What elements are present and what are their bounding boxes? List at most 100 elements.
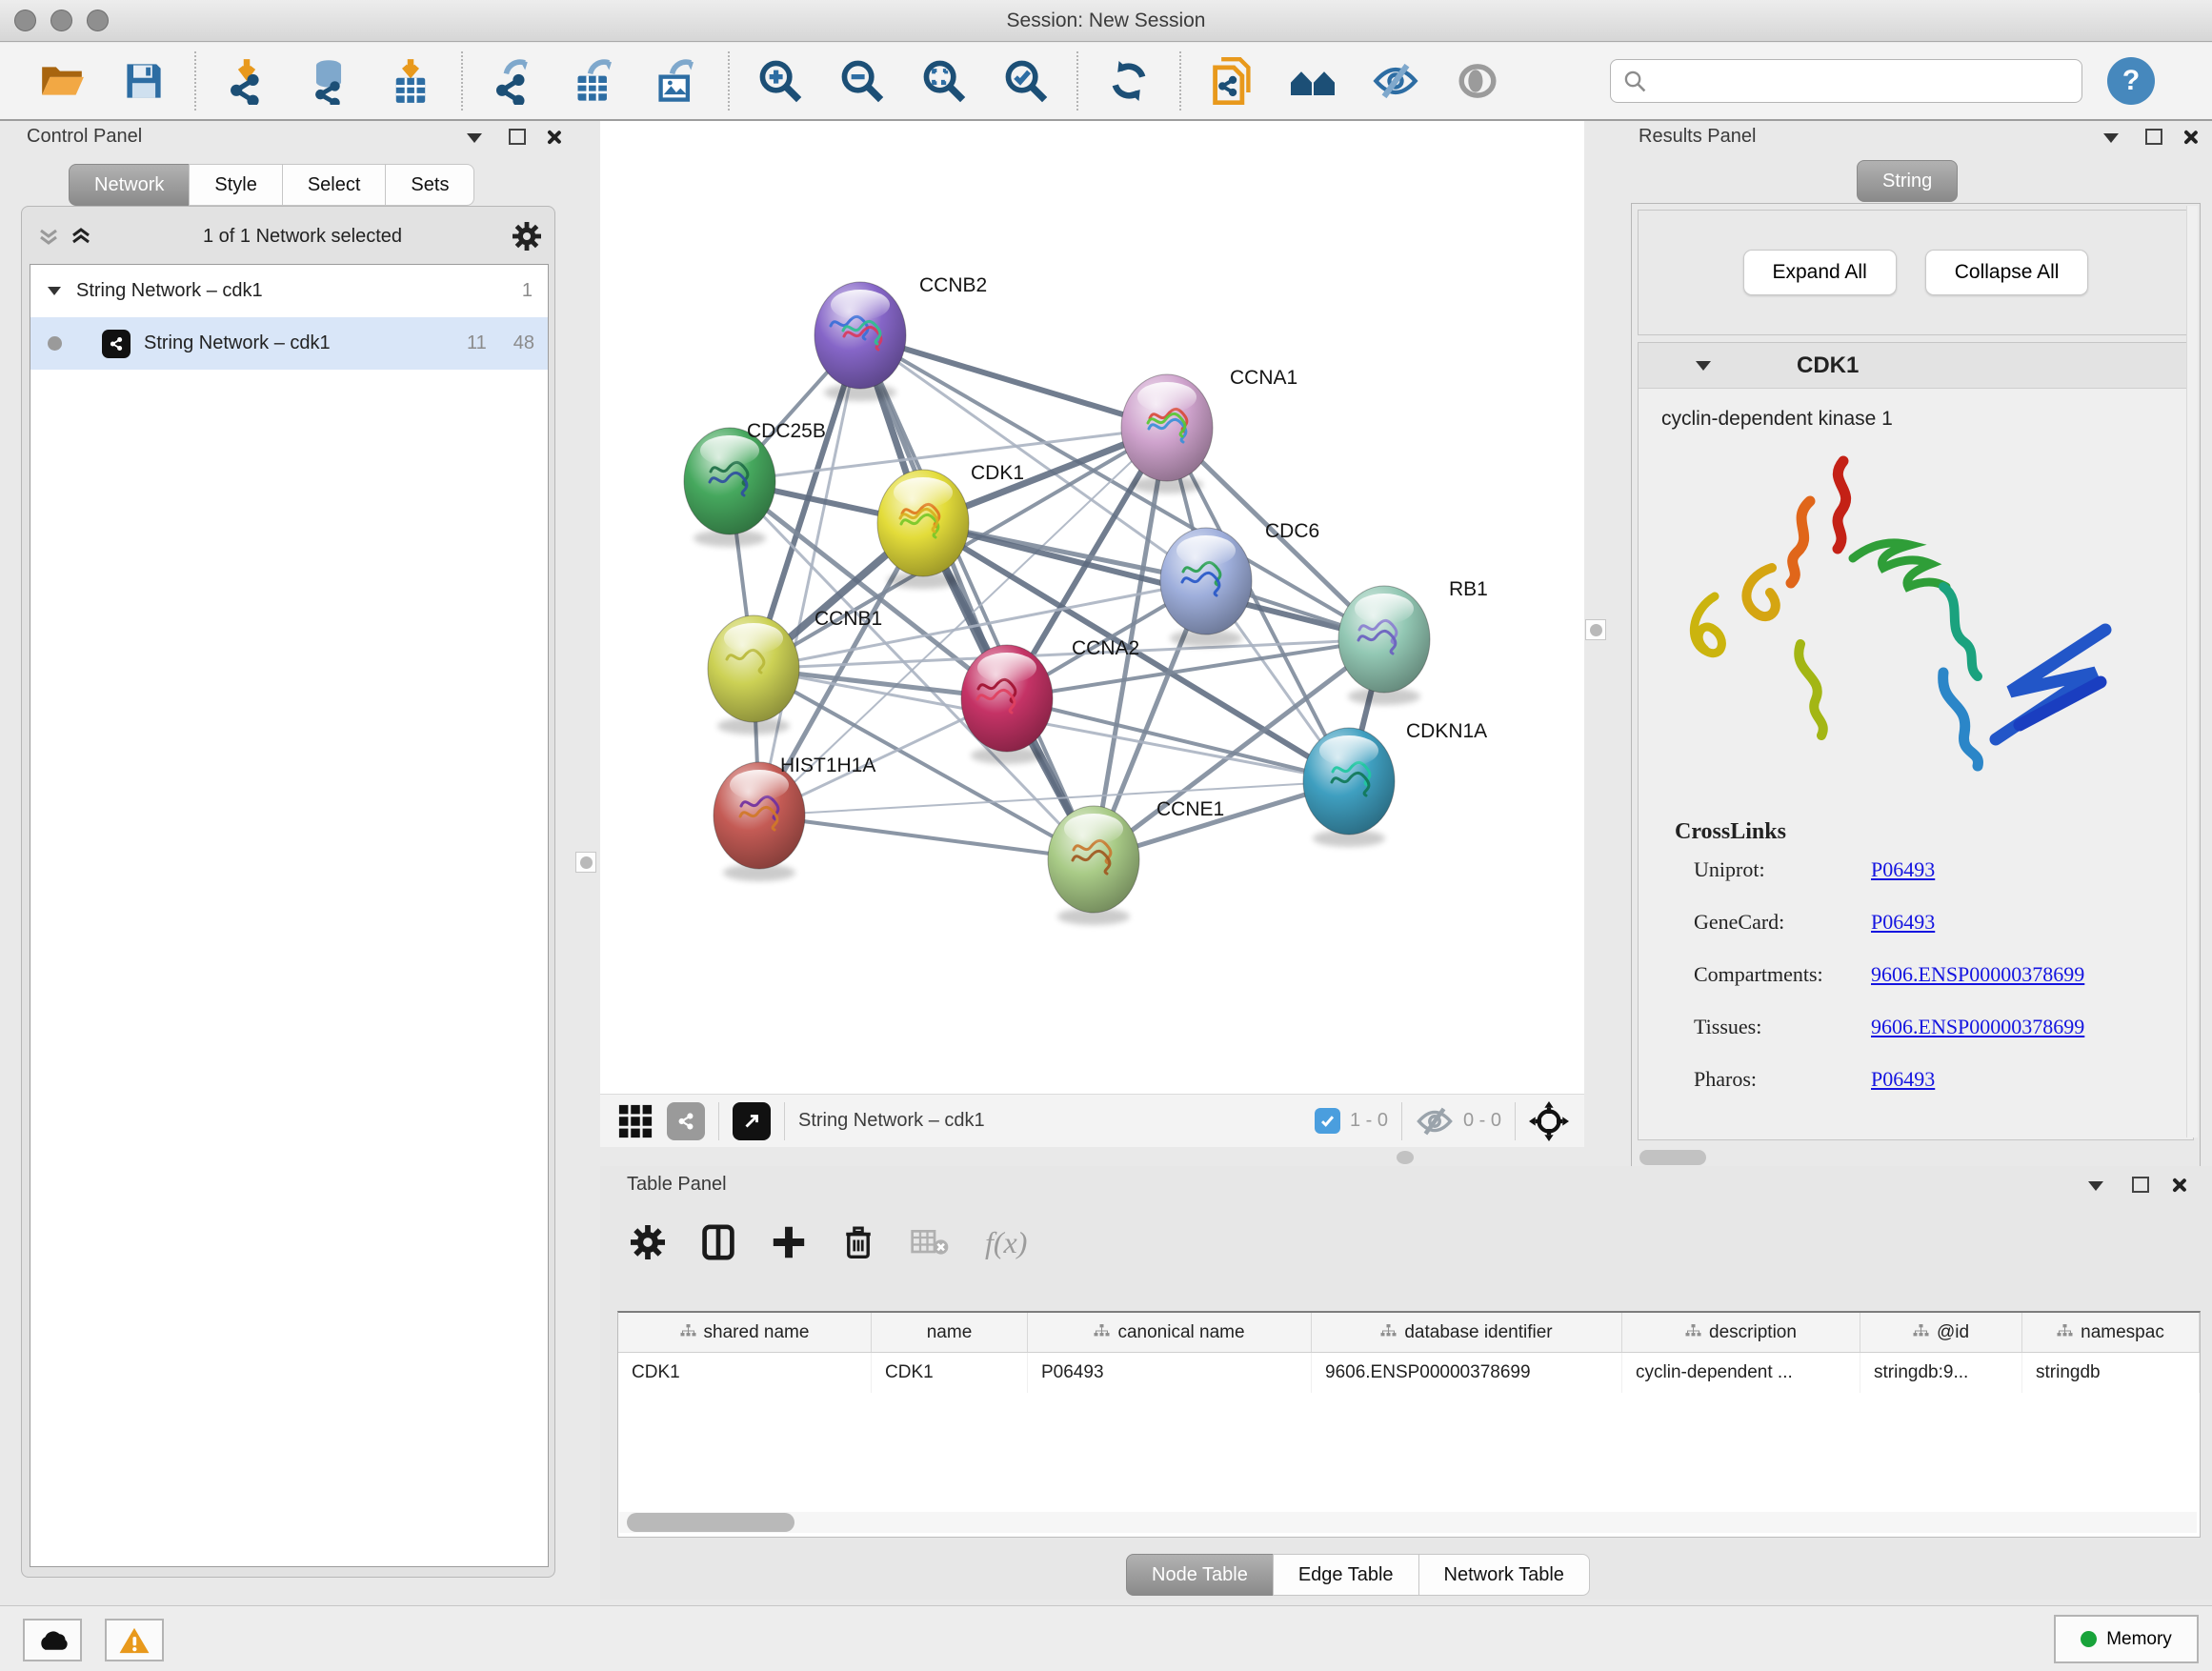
table-panel-close-icon[interactable] — [2170, 1177, 2187, 1194]
column-header-canonical-name[interactable]: canonical name — [1028, 1313, 1312, 1352]
table-cell[interactable]: CDK1 — [872, 1353, 1028, 1393]
column-header-database-identifier[interactable]: database identifier — [1312, 1313, 1622, 1352]
network-edge[interactable] — [759, 335, 860, 815]
table-cell[interactable]: 9606.ENSP00000378699 — [1312, 1353, 1622, 1393]
tab-network[interactable]: Network — [69, 164, 190, 206]
selected-checkbox-icon[interactable] — [1315, 1108, 1340, 1134]
network-column-icon — [680, 1322, 696, 1343]
table-hscroll-track[interactable] — [619, 1512, 2197, 1533]
crosslink-value-link[interactable]: 9606.ENSP00000378699 — [1871, 962, 2084, 986]
zoom-in-button[interactable] — [739, 48, 821, 114]
hide-selected-button[interactable] — [1355, 48, 1437, 114]
fit-content-button[interactable] — [1529, 1101, 1569, 1141]
tab-node-table[interactable]: Node Table — [1126, 1554, 1274, 1596]
column-header-namespac[interactable]: namespac — [2022, 1313, 2200, 1352]
results-panel-float-icon[interactable] — [2145, 129, 2162, 145]
network-edge[interactable] — [860, 335, 1167, 428]
import-table-button[interactable] — [370, 48, 452, 114]
network-view-title: String Network – cdk1 — [798, 1110, 985, 1132]
control-panel-menu-icon[interactable] — [467, 133, 482, 143]
show-columns-button[interactable] — [701, 1223, 735, 1261]
results-hscroll-thumb[interactable] — [1639, 1150, 1706, 1165]
crosslink-value-link[interactable]: P06493 — [1871, 910, 1935, 934]
zoom-out-button[interactable] — [821, 48, 903, 114]
crosslink-row: Tissues:9606.ENSP00000378699 — [1694, 1015, 2084, 1039]
export-table-button[interactable] — [554, 48, 636, 114]
crosslink-value-link[interactable]: 9606.ENSP00000378699 — [1871, 1015, 2084, 1038]
results-vscroll-track[interactable] — [2186, 206, 2198, 1137]
search-input[interactable] — [1647, 70, 2057, 92]
tab-select[interactable]: Select — [282, 164, 387, 206]
table-settings-button[interactable] — [631, 1225, 665, 1259]
network-collection-row[interactable]: String Network – cdk1 1 — [30, 265, 548, 317]
expand-all-icon[interactable] — [70, 225, 92, 248]
crosslink-value-link[interactable]: P06493 — [1871, 1067, 1935, 1091]
warning-button[interactable] — [105, 1619, 164, 1661]
table-cell[interactable]: CDK1 — [618, 1353, 872, 1393]
control-panel-float-icon[interactable] — [509, 129, 526, 145]
tab-network-table[interactable]: Network Table — [1418, 1554, 1590, 1596]
delete-column-button[interactable] — [842, 1223, 875, 1261]
string-view-button[interactable] — [667, 1102, 705, 1140]
clone-network-button[interactable] — [1191, 48, 1273, 114]
tab-sets[interactable]: Sets — [385, 164, 474, 206]
column-header-name[interactable]: name — [872, 1313, 1028, 1352]
table-row[interactable]: CDK1CDK1P064939606.ENSP00000378699cyclin… — [618, 1353, 2200, 1393]
memory-button[interactable]: Memory — [2054, 1615, 2199, 1663]
collapse-all-icon[interactable] — [37, 225, 60, 248]
add-column-button[interactable] — [772, 1225, 806, 1259]
node-gloss — [894, 477, 953, 508]
network-row-selected[interactable]: String Network – cdk1 11 48 — [30, 317, 548, 370]
tab-string[interactable]: String — [1857, 160, 1958, 202]
zoom-selected-button[interactable] — [985, 48, 1067, 114]
expand-all-button[interactable]: Expand All — [1743, 250, 1897, 295]
control-panel-close-icon[interactable] — [545, 129, 562, 146]
table-cell[interactable]: P06493 — [1028, 1353, 1312, 1393]
collapse-all-button[interactable]: Collapse All — [1925, 250, 2089, 295]
function-builder-button[interactable]: f(x) — [985, 1225, 1027, 1260]
column-header-@id[interactable]: @id — [1860, 1313, 2022, 1352]
column-header-description[interactable]: description — [1622, 1313, 1860, 1352]
table-panel-menu-icon[interactable] — [2088, 1181, 2103, 1191]
table-hscroll-thumb[interactable] — [627, 1513, 794, 1532]
network-edge[interactable] — [860, 335, 1094, 859]
export-image-button[interactable] — [636, 48, 718, 114]
tab-edge-table[interactable]: Edge Table — [1273, 1554, 1419, 1596]
gene-section-header[interactable]: CDK1 — [1639, 343, 2193, 389]
table-cell[interactable]: stringdb:9... — [1860, 1353, 2022, 1393]
home-networks-button[interactable] — [1273, 48, 1355, 114]
bottom-splitter-handle[interactable] — [1397, 1151, 1414, 1164]
results-panel-menu-icon[interactable] — [2103, 133, 2119, 143]
table-panel-float-icon[interactable] — [2132, 1177, 2149, 1193]
network-edge[interactable] — [759, 815, 1094, 859]
table-cell[interactable]: stringdb — [2022, 1353, 2200, 1393]
string-network-icon — [102, 330, 131, 358]
column-header-label: shared name — [704, 1322, 810, 1343]
section-collapse-icon[interactable] — [1696, 361, 1711, 371]
gear-icon[interactable] — [513, 222, 541, 251]
column-header-shared-name[interactable]: shared name — [618, 1313, 872, 1352]
table-cell[interactable]: cyclin-dependent ... — [1622, 1353, 1860, 1393]
export-network-button[interactable] — [473, 48, 554, 114]
protein-structure-image — [1658, 444, 2172, 815]
import-network-button[interactable] — [206, 48, 288, 114]
grid-view-button[interactable] — [617, 1103, 654, 1139]
tree-expand-icon[interactable] — [48, 287, 61, 295]
network-canvas[interactable]: CCNB2CCNA1CDC25BCDK1CDC6RB1CCNB1CCNA2CDK… — [600, 121, 1584, 1094]
delete-table-button[interactable] — [911, 1228, 949, 1257]
show-hidden-button[interactable] — [1437, 48, 1518, 114]
crosslink-value-link[interactable]: P06493 — [1871, 857, 1935, 881]
right-splitter-handle[interactable] — [1585, 619, 1606, 640]
help-button[interactable]: ? — [2107, 57, 2155, 105]
node-gloss — [1137, 382, 1196, 413]
cloud-button[interactable] — [23, 1619, 82, 1661]
open-session-button[interactable] — [21, 48, 103, 114]
save-session-button[interactable] — [103, 48, 185, 114]
birdseye-view-button[interactable] — [733, 1102, 771, 1140]
import-network-from-database-button[interactable] — [288, 48, 370, 114]
results-panel-close-icon[interactable] — [2182, 129, 2199, 146]
tab-style[interactable]: Style — [189, 164, 282, 206]
refresh-layout-button[interactable] — [1088, 48, 1170, 114]
zoom-fit-button[interactable] — [903, 48, 985, 114]
left-splitter-handle[interactable] — [575, 852, 596, 873]
